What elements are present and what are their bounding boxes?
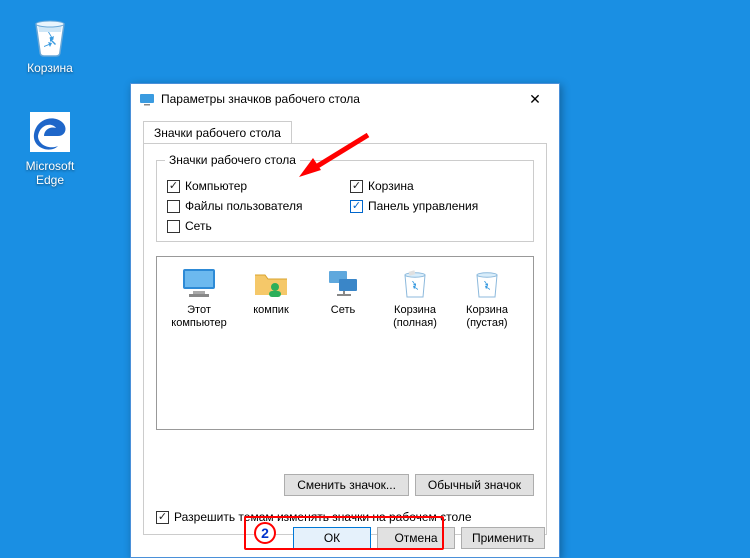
checkbox-allow-themes[interactable]: Разрешить темам изменять значки на рабоч… <box>156 510 472 524</box>
checkbox-recycle-bin[interactable]: Корзина <box>350 179 523 193</box>
titlebar[interactable]: Параметры значков рабочего стола ✕ <box>131 84 559 114</box>
dialog-desktop-icon-settings: Параметры значков рабочего стола ✕ Значк… <box>130 83 560 558</box>
desktop-icon-label: Microsoft Edge <box>12 159 88 187</box>
recycle-bin-empty-icon <box>467 265 507 301</box>
desktop-icon-recycle-bin[interactable]: Корзина <box>12 10 88 75</box>
list-item[interactable]: Этот компьютер <box>163 265 235 329</box>
close-icon: ✕ <box>529 91 541 108</box>
list-item[interactable]: Корзина (полная) <box>379 265 451 329</box>
checkbox-network[interactable]: Сеть <box>167 219 340 233</box>
window-title: Параметры значков рабочего стола <box>161 92 515 106</box>
checkbox-icon <box>156 511 169 524</box>
checkbox-icon <box>167 220 180 233</box>
tab-desktop-icons[interactable]: Значки рабочего стола <box>143 121 292 144</box>
list-item[interactable]: Сеть <box>307 265 379 329</box>
recycle-bin-full-icon <box>395 265 435 301</box>
group-desktop-icons: Значки рабочего стола Компьютер Корзина … <box>156 160 534 242</box>
network-icon <box>323 265 363 301</box>
cancel-button[interactable]: Отмена <box>377 527 455 549</box>
restore-default-button[interactable]: Обычный значок <box>415 474 534 496</box>
checkbox-computer[interactable]: Компьютер <box>167 179 340 193</box>
checkbox-icon <box>350 200 363 213</box>
recycle-bin-icon <box>26 10 74 58</box>
ok-button[interactable]: ОК <box>293 527 371 549</box>
group-title: Значки рабочего стола <box>165 153 300 167</box>
close-button[interactable]: ✕ <box>515 86 555 112</box>
edge-icon <box>26 108 74 156</box>
apply-button[interactable]: Применить <box>461 527 545 549</box>
list-item[interactable]: Корзина (пустая) <box>451 265 523 329</box>
list-item[interactable]: компик <box>235 265 307 329</box>
change-icon-button[interactable]: Сменить значок... <box>284 474 409 496</box>
checkbox-user-files[interactable]: Файлы пользователя <box>167 199 340 213</box>
user-folder-icon <box>251 265 291 301</box>
desktop-icon-edge[interactable]: Microsoft Edge <box>12 108 88 187</box>
checkbox-icon <box>350 180 363 193</box>
this-pc-icon <box>179 265 219 301</box>
window-icon <box>139 91 155 107</box>
desktop-icon-label: Корзина <box>12 61 88 75</box>
icon-preview-list[interactable]: Этот компьютер компик Сеть Корзина (полн… <box>156 256 534 430</box>
checkbox-icon <box>167 200 180 213</box>
checkbox-control-panel[interactable]: Панель управления <box>350 199 523 213</box>
checkbox-icon <box>167 180 180 193</box>
